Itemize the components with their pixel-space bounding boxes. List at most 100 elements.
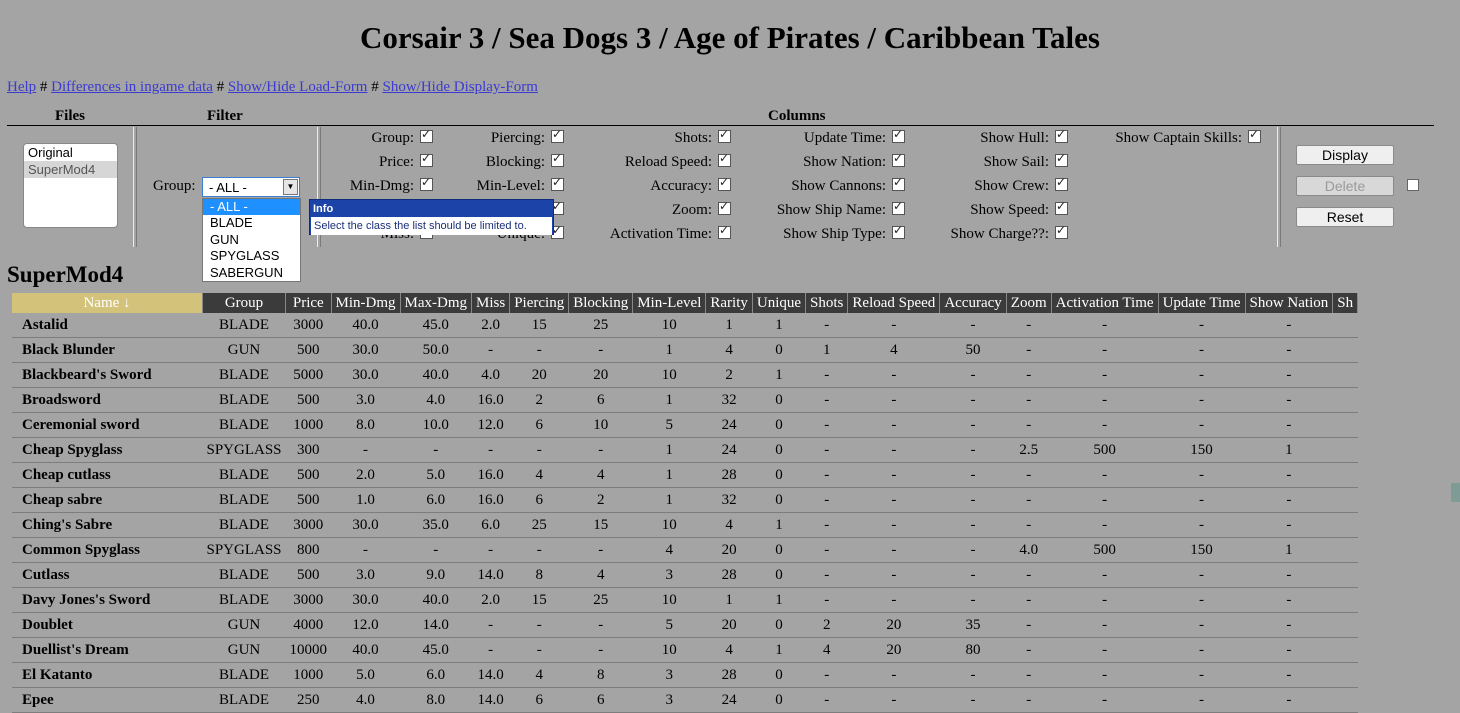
column-toggle[interactable]: Reload Speed: bbox=[625, 151, 731, 171]
table-cell: - bbox=[847, 562, 940, 588]
help-link[interactable]: Help bbox=[7, 79, 36, 95]
column-header[interactable]: Max-Dmg bbox=[400, 293, 473, 313]
checkbox[interactable] bbox=[718, 199, 731, 215]
delete-confirm-checkbox[interactable] bbox=[1407, 179, 1419, 191]
table-cell: - bbox=[1006, 662, 1052, 688]
column-toggle[interactable]: Show Hull: bbox=[980, 127, 1068, 147]
table-cell: - bbox=[1158, 337, 1245, 363]
checkbox[interactable] bbox=[420, 175, 433, 191]
column-toggle[interactable]: Show Cannons: bbox=[791, 175, 905, 195]
column-toggle[interactable]: Update Time: bbox=[804, 127, 905, 147]
checkbox[interactable] bbox=[420, 151, 433, 167]
column-header[interactable]: Sh bbox=[1332, 293, 1359, 313]
table-row: Cheap cutlass BLADE 500 2.0 5.0 16.0 4 4 1 28 0- - -… bbox=[12, 462, 1358, 488]
checkbox[interactable] bbox=[892, 151, 905, 167]
checkbox[interactable] bbox=[551, 151, 564, 167]
group-option[interactable]: - ALL - bbox=[203, 199, 300, 216]
delete-button[interactable]: Delete bbox=[1296, 176, 1394, 196]
info-tooltip: Info Select the class the list should be… bbox=[309, 199, 554, 235]
checkbox[interactable] bbox=[551, 127, 564, 143]
checkbox[interactable] bbox=[420, 127, 433, 143]
column-toggle[interactable]: Show Sail: bbox=[984, 151, 1068, 171]
column-toggle[interactable]: Show Ship Type: bbox=[783, 223, 905, 243]
toggle-display-form-link[interactable]: Show/Hide Display-Form bbox=[382, 79, 537, 95]
side-tab[interactable] bbox=[1451, 483, 1460, 502]
display-button[interactable]: Display bbox=[1296, 145, 1394, 165]
column-toggle[interactable]: Accuracy: bbox=[650, 175, 731, 195]
column-toggle[interactable]: Show Speed: bbox=[970, 199, 1068, 219]
column-toggle[interactable]: Min-Level: bbox=[477, 175, 564, 195]
group-option[interactable]: SPYGLASS bbox=[203, 248, 300, 264]
group-option[interactable]: GUN bbox=[203, 232, 300, 248]
column-header[interactable]: Activation Time bbox=[1051, 293, 1159, 313]
checkbox[interactable] bbox=[718, 151, 731, 167]
table-cell: 32 bbox=[705, 487, 753, 513]
checkbox[interactable] bbox=[718, 223, 731, 239]
group-dropdown-list[interactable]: - ALL - BLADE GUN SPYGLASS SABERGUN bbox=[202, 198, 301, 282]
column-header[interactable]: Zoom bbox=[1006, 293, 1052, 313]
column-toggle[interactable]: Show Charge??: bbox=[951, 223, 1068, 243]
column-toggle[interactable]: Activation Time: bbox=[610, 223, 731, 243]
column-header[interactable]: Price bbox=[285, 293, 332, 313]
chevron-down-icon[interactable]: ▼ bbox=[283, 179, 298, 195]
table-cell: - bbox=[1051, 637, 1159, 663]
column-header[interactable]: Show Nation bbox=[1245, 293, 1334, 313]
column-toggle[interactable]: Group: bbox=[372, 127, 433, 147]
checkbox[interactable] bbox=[892, 223, 905, 239]
table-cell: 500 bbox=[285, 462, 332, 488]
table-cell bbox=[1332, 612, 1358, 638]
checkbox[interactable] bbox=[1055, 199, 1068, 215]
column-toggle[interactable]: Show Crew: bbox=[974, 175, 1068, 195]
column-header[interactable]: Accuracy bbox=[939, 293, 1007, 313]
table-cell: 14.0 bbox=[400, 612, 472, 638]
column-header[interactable]: Min-Dmg bbox=[331, 293, 401, 313]
group-select[interactable]: - ALL - ▼ bbox=[202, 177, 300, 197]
checkbox[interactable] bbox=[718, 175, 731, 191]
toggle-load-form-link[interactable]: Show/Hide Load-Form bbox=[228, 79, 368, 95]
checkbox[interactable] bbox=[1055, 223, 1068, 239]
checkbox[interactable] bbox=[551, 175, 564, 191]
column-header[interactable]: Name ↓ bbox=[12, 293, 203, 313]
file-list[interactable]: Original SuperMod4 bbox=[23, 143, 118, 228]
column-toggle[interactable]: Show Nation: bbox=[803, 151, 905, 171]
checkbox[interactable] bbox=[892, 175, 905, 191]
table-cell: 16.0 bbox=[471, 487, 510, 513]
column-header[interactable]: Shots bbox=[805, 293, 849, 313]
column-header[interactable]: Rarity bbox=[705, 293, 753, 313]
column-toggle[interactable]: Blocking: bbox=[486, 151, 564, 171]
column-toggle[interactable]: Min-Dmg: bbox=[350, 175, 433, 195]
column-toggle[interactable]: Show Ship Name: bbox=[777, 199, 905, 219]
checkbox[interactable] bbox=[892, 199, 905, 215]
column-toggle[interactable]: Shots: bbox=[674, 127, 731, 147]
column-header[interactable]: Min-Level bbox=[632, 293, 707, 313]
column-header[interactable]: Miss bbox=[471, 293, 511, 313]
checkbox[interactable] bbox=[1055, 175, 1068, 191]
file-option-original[interactable]: Original bbox=[24, 144, 117, 161]
checkbox[interactable] bbox=[1055, 151, 1068, 167]
checkbox[interactable] bbox=[718, 127, 731, 143]
column-toggle[interactable]: Show Captain Skills: bbox=[1115, 127, 1261, 147]
column-header[interactable]: Update Time bbox=[1158, 293, 1246, 313]
column-toggle[interactable]: Zoom: bbox=[672, 199, 731, 219]
column-header[interactable]: Reload Speed bbox=[847, 293, 941, 313]
table-cell: - bbox=[568, 612, 633, 638]
checkbox[interactable] bbox=[892, 127, 905, 143]
table-cell: 0 bbox=[752, 387, 806, 413]
column-header[interactable]: Blocking bbox=[568, 293, 634, 313]
columns-header: Columns bbox=[768, 108, 826, 124]
group-option[interactable]: SABERGUN bbox=[203, 265, 300, 281]
item-name-cell: El Katanto bbox=[12, 662, 203, 688]
column-toggle[interactable]: Price: bbox=[379, 151, 433, 171]
table-cell: 4 bbox=[509, 662, 569, 688]
column-toggle[interactable]: Piercing: bbox=[491, 127, 564, 147]
table-cell: 30.0 bbox=[331, 512, 401, 538]
differences-link[interactable]: Differences in ingame data bbox=[51, 79, 213, 95]
column-header[interactable]: Unique bbox=[752, 293, 807, 313]
reset-button[interactable]: Reset bbox=[1296, 207, 1394, 227]
checkbox[interactable] bbox=[1248, 127, 1261, 143]
file-option-supermod4[interactable]: SuperMod4 bbox=[24, 161, 117, 178]
column-header[interactable]: Piercing bbox=[509, 293, 570, 313]
column-header[interactable]: Group bbox=[202, 293, 287, 313]
group-option[interactable]: BLADE bbox=[203, 215, 300, 231]
checkbox[interactable] bbox=[1055, 127, 1068, 143]
